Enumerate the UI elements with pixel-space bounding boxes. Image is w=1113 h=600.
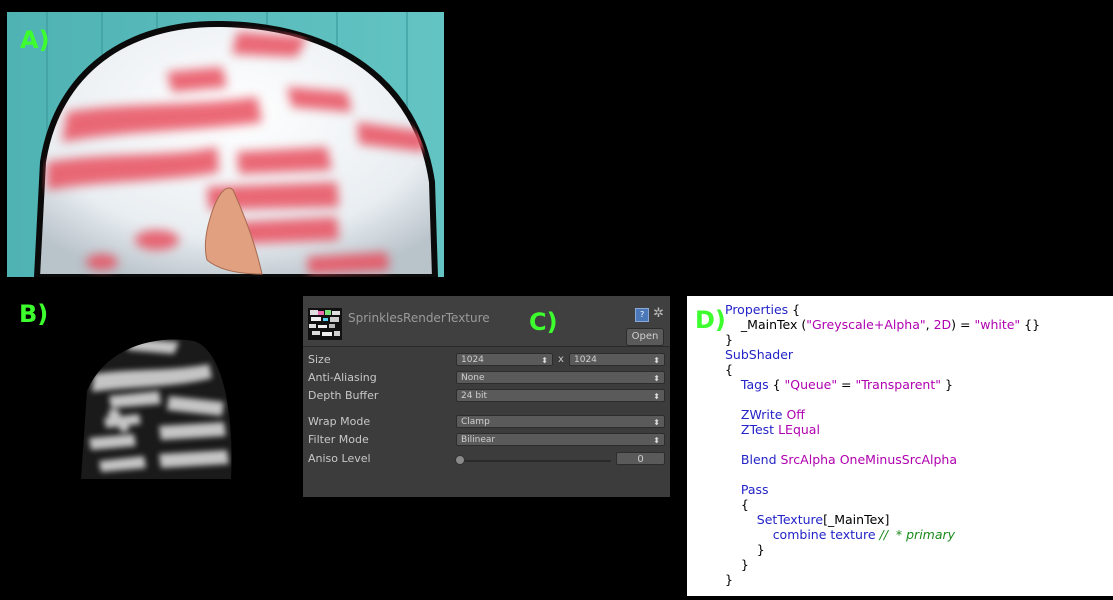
size-label: Size [308, 353, 331, 366]
code-line: Properties { [725, 302, 801, 317]
gear-icon[interactable]: ✲ [653, 307, 664, 322]
panel-a-render-view: A) [7, 12, 444, 277]
chevron-updown-icon: ⬍ [653, 418, 660, 427]
panel-d-label: D) [695, 306, 726, 334]
render-texture-inspector: SprinklesRenderTexture ? ✲ Open Size 102… [303, 296, 670, 497]
size-separator: x [558, 354, 564, 365]
panel-b-label: B) [19, 300, 49, 328]
code-line: Blend SrcAlpha OneMinusSrcAlpha [740, 452, 957, 467]
wrap-mode-label: Wrap Mode [308, 415, 371, 428]
depth-buffer-label: Depth Buffer [308, 389, 379, 402]
anti-aliasing-dropdown[interactable]: None ⬍ [456, 371, 665, 384]
head-render-image [7, 12, 444, 277]
code-line: } [725, 332, 733, 347]
inspector-asset-title: SprinklesRenderTexture [348, 311, 490, 325]
code-line: SetTexture[_MainTex] [756, 512, 890, 527]
code-line: } [725, 542, 765, 557]
inspector-header: SprinklesRenderTexture ? ✲ Open [303, 296, 670, 347]
chevron-updown-icon: ⬍ [541, 356, 548, 365]
code-line: _MainTex ("Greyscale+Alpha", 2D) = "whit… [740, 317, 1041, 332]
code-line: } [725, 557, 749, 572]
size-height-value: 1024 [574, 355, 597, 365]
panel-a-label: A) [20, 26, 50, 54]
size-width-dropdown[interactable]: 1024 ⬍ [456, 353, 553, 366]
aniso-level-slider-track[interactable] [461, 460, 611, 462]
size-height-dropdown[interactable]: 1024 ⬍ [569, 353, 665, 366]
code-line: combine texture // * primary [772, 527, 956, 542]
filter-mode-dropdown[interactable]: Bilinear ⬍ [456, 433, 665, 446]
wrap-mode-value: Clamp [461, 417, 490, 427]
code-line: ZTest LEqual [740, 422, 820, 437]
code-line: Pass [740, 482, 769, 497]
code-line: SubShader [725, 347, 794, 362]
chevron-updown-icon: ⬍ [653, 436, 660, 445]
texture-thumbnail [308, 308, 342, 340]
filter-mode-value: Bilinear [461, 435, 496, 445]
shader-code-view: Properties { _MainTex ("Greyscale+Alpha"… [684, 296, 1113, 596]
aniso-level-field[interactable]: 0 [616, 452, 665, 465]
chevron-updown-icon: ⬍ [653, 356, 660, 365]
size-width-value: 1024 [461, 355, 484, 365]
filter-mode-label: Filter Mode [308, 433, 369, 446]
code-line: { [725, 362, 733, 377]
anti-aliasing-label: Anti-Aliasing [308, 371, 377, 384]
code-line: Tags { "Queue" = "Transparent" } [740, 377, 953, 392]
open-button[interactable]: Open [626, 328, 664, 346]
greyscale-texture-image [9, 296, 284, 479]
depth-buffer-value: 24 bit [461, 391, 488, 401]
chevron-updown-icon: ⬍ [653, 374, 660, 383]
aniso-level-slider-handle[interactable] [455, 455, 465, 465]
code-line: } [725, 572, 733, 587]
depth-buffer-dropdown[interactable]: 24 bit ⬍ [456, 389, 665, 402]
panel-b-texture-view: B) [9, 296, 284, 479]
panel-c-label: C) [529, 308, 558, 336]
shader-code: Properties { _MainTex ("Greyscale+Alpha"… [725, 302, 1040, 587]
help-book-icon[interactable]: ? [635, 308, 650, 322]
code-line: { [725, 497, 749, 512]
wrap-mode-dropdown[interactable]: Clamp ⬍ [456, 415, 665, 428]
code-line: ZWrite Off [740, 407, 805, 422]
aniso-level-label: Aniso Level [308, 452, 371, 465]
anti-aliasing-value: None [461, 373, 485, 383]
chevron-updown-icon: ⬍ [653, 392, 660, 401]
